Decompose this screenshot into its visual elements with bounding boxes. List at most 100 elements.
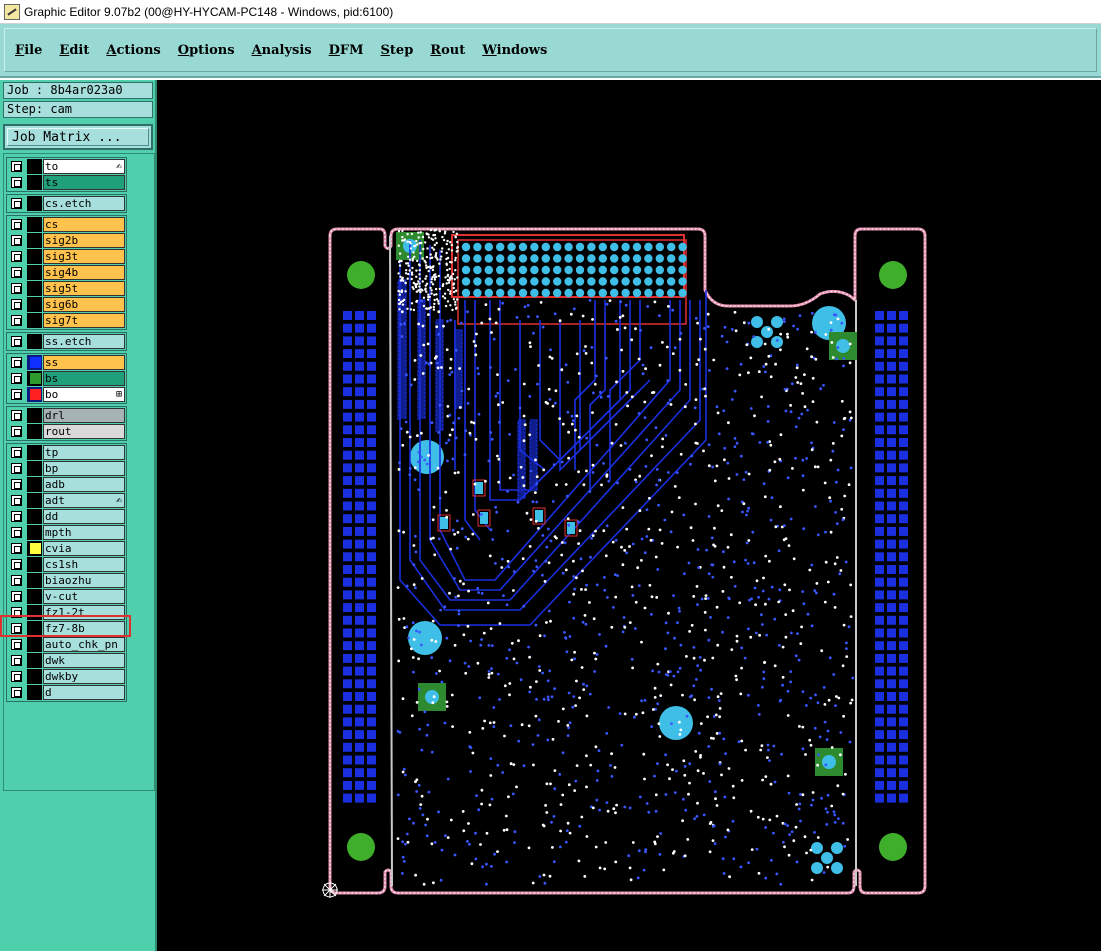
layer-color-swatch[interactable] — [27, 265, 42, 280]
layer-row-dd[interactable]: dd — [6, 509, 126, 524]
layer-color-swatch[interactable] — [27, 541, 42, 556]
job-matrix-button[interactable]: Job Matrix ... — [3, 124, 153, 150]
layer-row-tp[interactable]: tp — [6, 445, 126, 460]
layer-checkbox[interactable] — [11, 251, 22, 262]
layer-name[interactable]: auto_chk_pn — [43, 637, 125, 652]
layer-name[interactable]: sig5t — [43, 281, 125, 296]
layer-name[interactable]: tp — [43, 445, 125, 460]
layer-row-dwk[interactable]: dwk — [6, 653, 126, 668]
layer-row-adb[interactable]: adb — [6, 477, 126, 492]
layer-name[interactable]: v-cut — [43, 589, 125, 604]
layer-color-swatch[interactable] — [27, 509, 42, 524]
layer-checkbox[interactable] — [11, 235, 22, 246]
layer-checkbox[interactable] — [11, 495, 22, 506]
pcb-board-view[interactable] — [157, 80, 1101, 951]
layer-row-sig3t[interactable]: sig3t — [6, 249, 126, 264]
layer-name[interactable]: sig6b — [43, 297, 125, 312]
layer-name[interactable]: sig2b — [43, 233, 125, 248]
layer-color-swatch[interactable] — [27, 461, 42, 476]
layer-row-bo[interactable]: bo ⊞ — [6, 387, 126, 402]
layer-row-bs[interactable]: bs — [6, 371, 126, 386]
layer-checkbox[interactable] — [11, 543, 22, 554]
layer-color-swatch[interactable] — [27, 525, 42, 540]
layer-row-sig7t[interactable]: sig7t — [6, 313, 126, 328]
layer-row-drl[interactable]: drl — [6, 408, 126, 423]
layer-name[interactable]: dwk — [43, 653, 125, 668]
layer-checkbox[interactable] — [11, 655, 22, 666]
layer-checkbox[interactable] — [11, 315, 22, 326]
layer-name[interactable]: sig4b — [43, 265, 125, 280]
layer-name[interactable]: rout — [43, 424, 125, 439]
layer-checkbox[interactable] — [11, 198, 22, 209]
layer-row-mpth[interactable]: mpth — [6, 525, 126, 540]
menu-dfm[interactable]: DFM — [329, 43, 364, 58]
layer-color-swatch[interactable] — [27, 387, 42, 402]
layer-color-swatch[interactable] — [27, 355, 42, 370]
layer-color-swatch[interactable] — [27, 175, 42, 190]
layer-checkbox[interactable] — [11, 463, 22, 474]
layer-row-cvia[interactable]: cvia — [6, 541, 126, 556]
menu-actions[interactable]: Actions — [106, 43, 160, 58]
layer-name[interactable]: adb — [43, 477, 125, 492]
layer-name[interactable]: ss.etch — [43, 334, 125, 349]
layer-color-swatch[interactable] — [27, 371, 42, 386]
layer-name[interactable]: adt ✍ — [43, 493, 125, 508]
layer-name[interactable]: ss — [43, 355, 125, 370]
layer-checkbox[interactable] — [11, 177, 22, 188]
menu-edit[interactable]: Edit — [59, 43, 89, 58]
menu-step[interactable]: Step — [381, 43, 414, 58]
layer-name[interactable]: bs — [43, 371, 125, 386]
layer-checkbox[interactable] — [11, 299, 22, 310]
layer-checkbox[interactable] — [11, 336, 22, 347]
layer-checkbox[interactable] — [11, 389, 22, 400]
layer-checkbox[interactable] — [11, 426, 22, 437]
layer-name[interactable]: cs1sh — [43, 557, 125, 572]
layer-color-swatch[interactable] — [27, 477, 42, 492]
layer-name[interactable]: dwkby — [43, 669, 125, 684]
layer-color-swatch[interactable] — [27, 217, 42, 232]
layer-row-auto_chk_pn[interactable]: auto_chk_pn — [6, 637, 126, 652]
layer-checkbox[interactable] — [11, 283, 22, 294]
graphics-canvas[interactable] — [157, 80, 1101, 951]
layer-row-sig4b[interactable]: sig4b — [6, 265, 126, 280]
layer-color-swatch[interactable] — [27, 249, 42, 264]
layer-row-cs[interactable]: cs — [6, 217, 126, 232]
layer-color-swatch[interactable] — [27, 493, 42, 508]
layer-row-cs.etch[interactable]: cs.etch — [6, 196, 126, 211]
layer-name[interactable]: biaozhu — [43, 573, 125, 588]
layer-checkbox[interactable] — [11, 639, 22, 650]
menu-windows[interactable]: Windows — [482, 43, 547, 58]
layer-color-swatch[interactable] — [27, 334, 42, 349]
layer-color-swatch[interactable] — [27, 424, 42, 439]
layer-name[interactable]: dd — [43, 509, 125, 524]
layer-row-sig2b[interactable]: sig2b — [6, 233, 126, 248]
layer-row-bp[interactable]: bp — [6, 461, 126, 476]
layer-checkbox[interactable] — [11, 267, 22, 278]
layer-name[interactable]: cvia — [43, 541, 125, 556]
layer-checkbox[interactable] — [11, 219, 22, 230]
layer-checkbox[interactable] — [11, 559, 22, 570]
layer-row-to[interactable]: to ✍ — [6, 159, 126, 174]
layer-name[interactable]: bo ⊞ — [43, 387, 125, 402]
layer-checkbox[interactable] — [11, 479, 22, 490]
layer-row-biaozhu[interactable]: biaozhu — [6, 573, 126, 588]
layer-color-swatch[interactable] — [27, 297, 42, 312]
layer-color-swatch[interactable] — [27, 589, 42, 604]
menu-analysis[interactable]: Analysis — [252, 43, 312, 58]
layer-checkbox[interactable] — [11, 575, 22, 586]
layer-checkbox[interactable] — [11, 527, 22, 538]
menu-file[interactable]: File — [15, 43, 42, 58]
menu-options[interactable]: Options — [178, 43, 235, 58]
layer-row-d[interactable]: d — [6, 685, 126, 700]
layer-name[interactable]: to ✍ — [43, 159, 125, 174]
layer-checkbox[interactable] — [11, 410, 22, 421]
layer-row-ts[interactable]: ts — [6, 175, 126, 190]
layer-row-rout[interactable]: rout — [6, 424, 126, 439]
layer-checkbox[interactable] — [11, 373, 22, 384]
layer-name[interactable]: d — [43, 685, 125, 700]
layer-color-swatch[interactable] — [27, 669, 42, 684]
layer-row-ss[interactable]: ss — [6, 355, 126, 370]
layer-color-swatch[interactable] — [27, 196, 42, 211]
layer-name[interactable]: cs.etch — [43, 196, 125, 211]
layer-name[interactable]: sig3t — [43, 249, 125, 264]
